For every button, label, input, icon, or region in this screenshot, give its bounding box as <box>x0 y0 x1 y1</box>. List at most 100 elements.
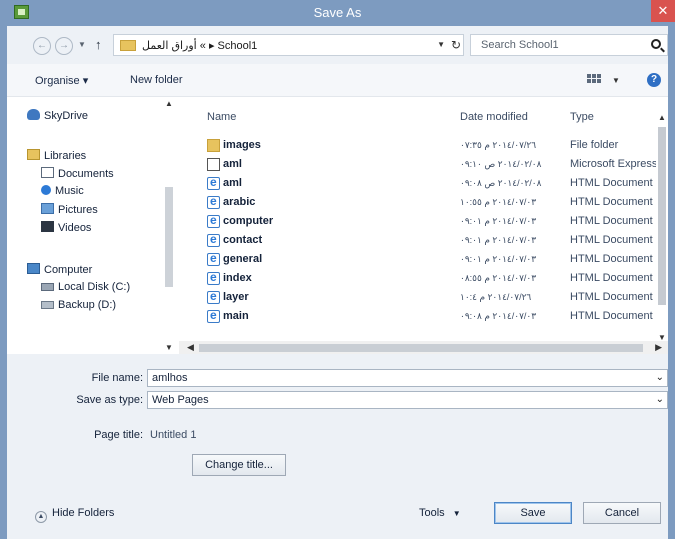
nav-item-videos[interactable]: Videos <box>41 221 91 237</box>
views-dropdown-icon[interactable]: ▼ <box>612 76 620 85</box>
file-type: HTML Document <box>570 253 653 265</box>
address-row: ← → ▼ ↑ أوراق العمل « ▸ School1 ▼ ↻ Sear… <box>7 26 668 64</box>
file-row[interactable]: aml ٢٠١٤/٠٢/٠٨ ص ٠٩:٠٨ HTML Document <box>179 175 668 193</box>
file-type: HTML Document <box>570 177 653 189</box>
file-date: ٢٠١٤/٠٢/٠٨ ص ٠٩:١٠ <box>460 159 542 169</box>
file-date: ٢٠١٤/٠٧/٠٣ م ١٠:٥٥ <box>460 197 537 207</box>
command-toolbar: Organise ▾ New folder ▼ ? <box>7 64 668 96</box>
browser-area: SkyDrive Libraries Documents Music Pictu… <box>7 96 668 355</box>
close-button[interactable]: ✕ <box>651 0 675 22</box>
views-icon[interactable] <box>587 74 601 86</box>
filename-field[interactable]: amlhos ⌄ <box>147 369 668 387</box>
address-bar[interactable]: أوراق العمل « ▸ School1 ▼ ↻ <box>113 34 464 56</box>
scroll-thumb[interactable] <box>658 127 666 305</box>
file-list-scrollbar[interactable]: ▲ ▼ <box>656 97 668 345</box>
chevron-down-icon[interactable]: ▼ <box>437 40 445 49</box>
nav-item-skydrive[interactable]: SkyDrive <box>27 109 88 125</box>
drive-icon <box>41 301 54 309</box>
forward-button[interactable]: → <box>55 37 73 55</box>
html-file-icon <box>207 270 220 285</box>
hide-folders-button[interactable]: ▲ Hide Folders <box>35 507 114 523</box>
search-input[interactable]: Search School1 <box>470 34 668 56</box>
nav-item-documents[interactable]: Documents <box>41 167 114 183</box>
nav-item-local-disk[interactable]: Local Disk (C:) <box>41 281 130 297</box>
horizontal-scrollbar[interactable]: ◀ ▶ <box>179 341 668 355</box>
tools-menu[interactable]: Tools ▼ <box>419 507 461 519</box>
up-folder-button[interactable]: ↑ <box>95 37 102 52</box>
file-row[interactable]: contact ٢٠١٤/٠٧/٠٣ م ٠٩:٠١ HTML Document <box>179 232 668 250</box>
nav-item-libraries[interactable]: Libraries <box>27 149 86 165</box>
title-bar: Save As ✕ <box>0 0 675 26</box>
new-folder-button[interactable]: New folder <box>130 74 183 86</box>
file-row[interactable]: main ٢٠١٤/٠٧/٠٣ م ٠٩:٠٨ HTML Document <box>179 308 668 326</box>
file-date: ٢٠١٤/٠٧/٠٣ م ٠٩:٠١ <box>460 216 537 226</box>
file-row[interactable]: index ٢٠١٤/٠٧/٠٣ م ٠٨:٥٥ HTML Document <box>179 270 668 288</box>
file-name: general <box>223 253 263 265</box>
chevron-down-icon[interactable]: ⌄ <box>656 394 664 405</box>
scroll-thumb[interactable] <box>165 187 173 287</box>
file-row[interactable]: images ٢٠١٤/٠٧/٢٦ م ٠٧:٣٥ File folder <box>179 137 668 155</box>
file-date: ٢٠١٤/٠٧/٠٣ م ٠٩:٠٨ <box>460 311 537 321</box>
filename-label: File name: <box>91 372 143 384</box>
nav-item-music[interactable]: Music <box>41 185 84 201</box>
search-icon[interactable] <box>651 39 661 49</box>
file-type: HTML Document <box>570 291 653 303</box>
file-row[interactable]: general ٢٠١٤/٠٧/٠٣ م ٠٩:٠١ HTML Document <box>179 251 668 269</box>
save-as-dialog: Save As ✕ ← → ▼ ↑ أوراق العمل « ▸ School… <box>0 0 675 539</box>
nav-item-pictures[interactable]: Pictures <box>41 203 98 219</box>
html-file-icon <box>207 213 220 228</box>
breadcrumb[interactable]: أوراق العمل « ▸ School1 <box>142 39 257 52</box>
file-name: arabic <box>223 196 256 208</box>
save-button[interactable]: Save <box>494 502 572 524</box>
scroll-thumb[interactable] <box>199 344 643 352</box>
chevron-down-icon[interactable]: ⌄ <box>656 372 664 383</box>
file-row[interactable]: computer ٢٠١٤/٠٧/٠٣ م ٠٩:٠١ HTML Documen… <box>179 213 668 231</box>
save-form: File name: amlhos ⌄ Save as type: Web Pa… <box>7 354 668 493</box>
file-row[interactable]: aml ٢٠١٤/٠٢/٠٨ ص ٠٩:١٠ Microsoft Express <box>179 156 668 174</box>
help-icon[interactable]: ? <box>647 73 661 87</box>
file-name: contact <box>223 234 263 246</box>
savetype-label: Save as type: <box>76 394 143 406</box>
navigation-pane: SkyDrive Libraries Documents Music Pictu… <box>7 97 179 355</box>
nav-scrollbar[interactable]: ▲ ▼ <box>163 97 175 355</box>
savetype-value: Web Pages <box>152 394 209 406</box>
nav-item-label: Documents <box>58 168 114 180</box>
file-row[interactable]: arabic ٢٠١٤/٠٧/٠٣ م ١٠:٥٥ HTML Document <box>179 194 668 212</box>
file-type: Microsoft Express <box>570 158 658 170</box>
column-header-name[interactable]: Name <box>207 111 236 123</box>
nav-item-label: Backup (D:) <box>58 299 117 311</box>
refresh-icon[interactable]: ↻ <box>451 38 461 52</box>
file-list: Name Date modified Type images ٢٠١٤/٠٧/٢… <box>179 97 668 355</box>
nav-item-label: Videos <box>58 222 92 234</box>
html-file-icon <box>207 194 220 209</box>
scroll-down-icon[interactable]: ▼ <box>165 343 173 352</box>
cancel-button[interactable]: Cancel <box>583 502 661 524</box>
computer-icon <box>27 263 40 274</box>
html-file-icon <box>207 308 220 323</box>
tools-label: Tools <box>419 507 445 519</box>
file-row[interactable]: layer ٢٠١٤/٠٧/٢٦ م ١٠:٤ HTML Document <box>179 289 668 307</box>
scroll-up-icon[interactable]: ▲ <box>165 99 173 108</box>
scroll-right-icon[interactable]: ▶ <box>655 342 662 353</box>
pagetitle-label: Page title: <box>94 429 143 441</box>
organise-menu[interactable]: Organise ▾ <box>35 74 88 87</box>
file-date: ٢٠١٤/٠٧/٠٣ م ٠٩:٠١ <box>460 254 537 264</box>
column-header-type[interactable]: Type <box>570 111 594 123</box>
file-type: HTML Document <box>570 310 653 322</box>
file-type: HTML Document <box>570 196 653 208</box>
savetype-select[interactable]: Web Pages ⌄ <box>147 391 668 409</box>
filename-value[interactable]: amlhos <box>152 372 187 384</box>
back-button[interactable]: ← <box>33 37 51 55</box>
chevron-down-icon: ▼ <box>452 509 461 518</box>
scroll-left-icon[interactable]: ◀ <box>187 342 194 353</box>
column-header-date[interactable]: Date modified <box>460 111 528 123</box>
scroll-up-icon[interactable]: ▲ <box>658 113 666 122</box>
file-date: ٢٠١٤/٠٧/٢٦ م ١٠:٤ <box>460 292 532 302</box>
window-title: Save As <box>313 5 362 20</box>
change-title-button[interactable]: Change title... <box>192 454 286 476</box>
videos-icon <box>41 221 54 232</box>
pagetitle-value: Untitled 1 <box>150 429 197 441</box>
nav-item-computer[interactable]: Computer <box>27 263 92 279</box>
history-dropdown-icon[interactable]: ▼ <box>78 40 86 49</box>
nav-item-backup[interactable]: Backup (D:) <box>41 299 116 315</box>
